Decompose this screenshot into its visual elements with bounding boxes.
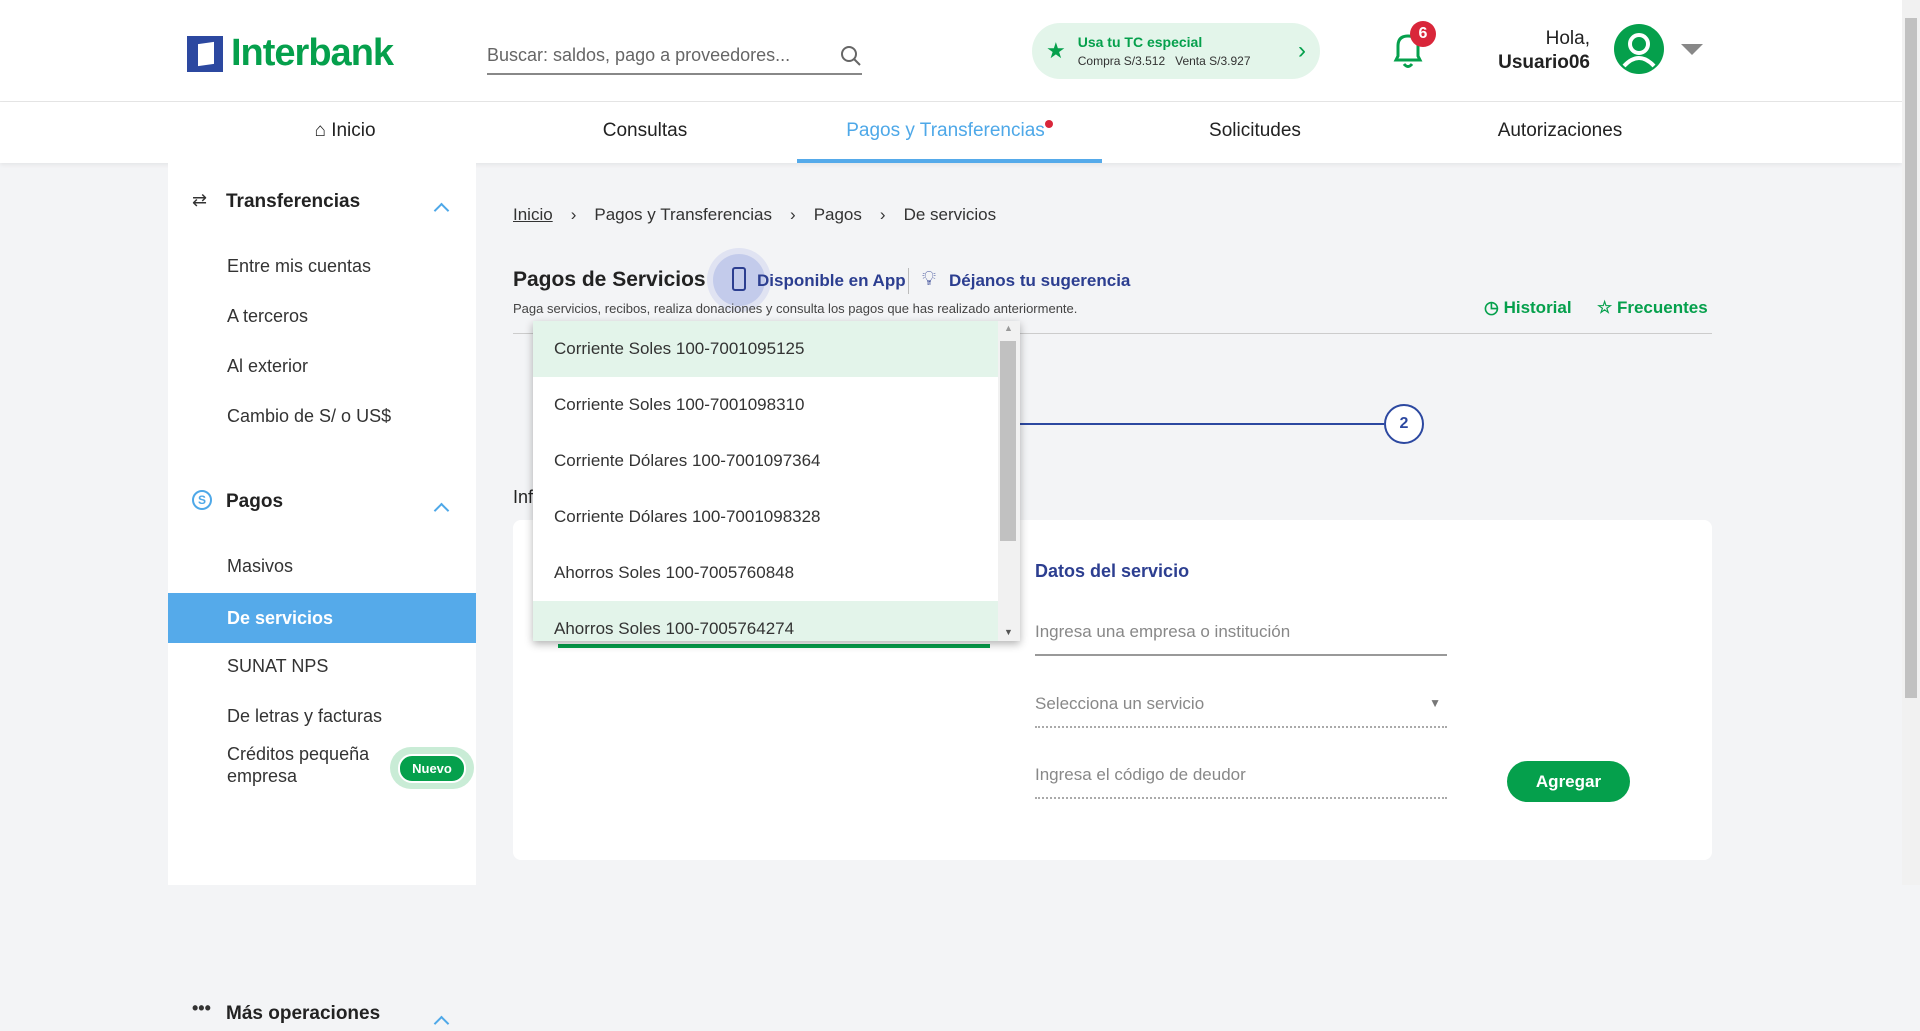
historial-label: Historial — [1503, 298, 1572, 317]
sidebar-item-creditos[interactable]: Créditos pequeña empresa — [227, 743, 377, 787]
nav-autorizaciones[interactable]: Autorizaciones — [1470, 102, 1650, 163]
dropdown-option[interactable]: Corriente Dólares 100-7001097364 — [533, 433, 998, 489]
chevron-up-icon[interactable] — [433, 1015, 450, 1031]
caret-down-icon: ▼ — [1429, 696, 1441, 710]
sidebar-item-al-exterior[interactable]: Al exterior — [227, 356, 308, 377]
breadcrumb-de-servicios: De servicios — [903, 205, 997, 224]
tc-special-banner[interactable]: ★ Usa tu TC especial Compra S/3.512 Venta… — [1032, 23, 1320, 79]
nav-consultas[interactable]: Consultas — [560, 102, 730, 163]
dropdown-option[interactable]: Corriente Dólares 100-7001098328 — [533, 489, 998, 545]
step-2-indicator: 2 — [1384, 404, 1424, 444]
scroll-up-icon[interactable]: ▲ — [1004, 323, 1013, 333]
nav-inicio[interactable]: ⌂ Inicio — [290, 102, 400, 163]
home-icon: ⌂ — [314, 120, 332, 141]
search-input[interactable]: Buscar: saldos, pago a proveedores... — [487, 38, 862, 75]
servicio-select[interactable]: Selecciona un servicio ▼ — [1035, 694, 1447, 728]
sugerencia-link[interactable]: Déjanos tu sugerencia — [949, 271, 1130, 291]
tc-rates: Compra S/3.512 Venta S/3.927 — [1077, 54, 1251, 68]
main-nav: ⌂ Inicio Consultas Pagos y Transferencia… — [0, 102, 1902, 163]
nav-label: Consultas — [602, 120, 688, 141]
more-dots-icon: ••• — [192, 998, 211, 1018]
sidebar-item-a-terceros[interactable]: A terceros — [227, 306, 308, 327]
breadcrumb-pagos[interactable]: Pagos — [814, 205, 862, 225]
star-icon: ★ — [1046, 38, 1066, 63]
sidebar-item-de-servicios[interactable]: De servicios — [168, 593, 476, 643]
dropdown-option[interactable]: Corriente Soles 100-7001098310 — [533, 377, 998, 433]
disponible-en-app-link[interactable]: Disponible en App — [757, 271, 906, 291]
breadcrumb: Inicio › Pagos y Transferencias › Pagos › D… — [513, 205, 996, 225]
servicio-placeholder: Selecciona un servicio — [1035, 694, 1205, 713]
sidebar-section-pagos[interactable]: Pagos — [226, 491, 283, 513]
account-dropdown: Corriente Soles 100-7001095125 Corriente… — [533, 321, 1020, 641]
chevron-right-icon: › — [790, 205, 796, 224]
nuevo-label: Nuevo — [398, 753, 466, 783]
sidebar-section-transferencias[interactable]: Transferencias — [226, 191, 360, 213]
chevron-up-icon[interactable] — [433, 202, 450, 219]
page-subtitle: Paga servicios, recibos, realiza donacio… — [513, 301, 1078, 316]
dropdown-scroll-thumb[interactable] — [1000, 341, 1016, 541]
nav-label: Pagos y Transferencias — [846, 120, 1045, 141]
section-heading: Inf — [513, 487, 534, 507]
stepper-line — [1017, 423, 1384, 425]
page-title: Pagos de Servicios — [513, 268, 706, 291]
account-select-underline — [558, 644, 990, 648]
frecuentes-link[interactable]: ☆ Frecuentes — [1597, 298, 1708, 318]
nav-solicitudes[interactable]: Solicitudes — [1170, 102, 1340, 163]
empresa-input[interactable]: Ingresa una empresa o institución — [1035, 622, 1447, 656]
user-menu-caret-icon[interactable] — [1681, 44, 1703, 55]
notification-badge: 6 — [1410, 21, 1436, 47]
link-divider — [908, 268, 909, 294]
nav-label: Autorizaciones — [1497, 120, 1623, 141]
greeting-text: Hola, — [1545, 28, 1590, 49]
sidebar-item-letras-facturas[interactable]: De letras y facturas — [227, 706, 382, 727]
star-outline-icon: ☆ — [1597, 298, 1617, 317]
chevron-right-icon: › — [570, 205, 577, 224]
scroll-down-icon[interactable]: ▼ — [1004, 627, 1013, 637]
logo-text: Interbank — [231, 32, 394, 74]
agregar-button[interactable]: Agregar — [1507, 761, 1630, 802]
chevron-right-icon: › — [879, 205, 886, 224]
sidebar-item-entre-mis-cuentas[interactable]: Entre mis cuentas — [227, 256, 371, 277]
codigo-deudor-input[interactable]: Ingresa el código de deudor — [1035, 765, 1447, 799]
dropdown-option[interactable]: Ahorros Soles 100-7005760848 — [533, 545, 998, 601]
dropdown-option[interactable]: Corriente Soles 100-7001095125 — [533, 321, 998, 377]
logo-mark-icon — [187, 35, 223, 72]
datos-servicio-title: Datos del servicio — [1035, 561, 1190, 581]
sidebar-item-cambio[interactable]: Cambio de S/ o US$ — [227, 406, 391, 427]
history-icon: ◷ — [1484, 298, 1504, 317]
avatar-icon[interactable] — [1614, 24, 1664, 74]
nav-pagos-transferencias[interactable]: Pagos y Transferencias — [797, 102, 1102, 163]
sidebar-item-sunat-nps[interactable]: SUNAT NPS — [227, 656, 328, 677]
chevron-right-icon: › — [1298, 37, 1306, 64]
user-name: Usuario06 — [1498, 52, 1590, 73]
header: Interbank Buscar: saldos, pago a proveed… — [0, 0, 1902, 102]
lightbulb-icon: 💡︎ — [922, 268, 936, 290]
nav-label: Inicio — [331, 120, 376, 141]
dropdown-option[interactable]: Ahorros Soles 100-7005764274 — [533, 601, 998, 641]
sidebar-section-mas-operaciones[interactable]: Más operaciones — [226, 1003, 380, 1025]
nav-label: Solicitudes — [1209, 120, 1301, 141]
user-greeting: Hola, Usuario06 — [1480, 27, 1590, 75]
transfer-arrows-icon: ⇄ — [192, 190, 208, 210]
new-dot-icon — [1044, 120, 1053, 128]
breadcrumb-pagos-transferencias[interactable]: Pagos y Transferencias — [594, 205, 772, 225]
historial-link[interactable]: ◷ Historial — [1484, 298, 1572, 318]
frecuentes-label: Frecuentes — [1616, 298, 1708, 317]
dollar-circle-icon: S — [192, 490, 212, 510]
breadcrumb-inicio[interactable]: Inicio — [513, 205, 553, 225]
sidebar-item-masivos[interactable]: Masivos — [227, 556, 293, 577]
chevron-up-icon[interactable] — [433, 502, 450, 519]
page-scroll-thumb[interactable] — [1905, 18, 1917, 698]
search-placeholder: Buscar: saldos, pago a proveedores... — [487, 45, 791, 65]
interbank-logo[interactable]: Interbank — [187, 32, 394, 75]
nuevo-badge: Nuevo — [390, 747, 474, 789]
search-icon[interactable] — [840, 45, 862, 67]
tc-title: Usa tu TC especial — [1077, 34, 1203, 50]
